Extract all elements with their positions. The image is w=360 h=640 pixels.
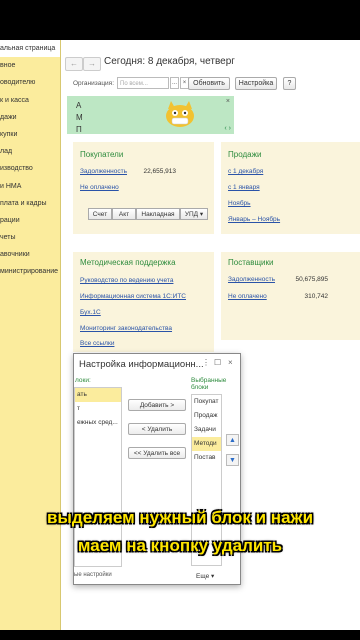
banner-line: А xyxy=(76,101,82,110)
banner-line: М xyxy=(76,113,83,122)
buyers-unpaid-link[interactable]: Не оплачено xyxy=(80,184,119,191)
banner-line: П xyxy=(76,125,82,134)
sidebar-item-purchases[interactable]: купки xyxy=(0,126,60,143)
sales-title[interactable]: Продажи xyxy=(228,150,261,159)
sidebar-item-bank[interactable]: к и касса xyxy=(0,92,60,109)
suppliers-debt-link[interactable]: Задолженность xyxy=(228,276,275,283)
list-item[interactable]: т xyxy=(75,402,121,416)
maximize-icon[interactable]: ☐ xyxy=(214,358,221,367)
list-item[interactable]: Постав xyxy=(192,451,221,465)
sales-link[interactable]: Январь – Ноябрь xyxy=(228,216,280,223)
list-item[interactable]: ать xyxy=(75,388,121,402)
sales-link[interactable]: Ноябрь xyxy=(228,200,251,207)
sidebar-item-reports[interactable]: четы xyxy=(0,229,60,246)
banner-nav-arrows[interactable]: ‹ › xyxy=(224,125,231,132)
back-button[interactable]: ← xyxy=(65,57,83,71)
sidebar-item-operations[interactable]: рации xyxy=(0,212,60,229)
list-item[interactable]: Продаж xyxy=(192,409,221,423)
suppliers-title[interactable]: Поставщики xyxy=(228,258,274,267)
more-menu-button[interactable]: Еще ▾ xyxy=(196,572,214,580)
remove-all-button[interactable]: << Удалить все xyxy=(128,447,186,459)
invoice-button[interactable]: Счет xyxy=(88,208,112,220)
help-button[interactable]: ? xyxy=(283,77,296,90)
act-button[interactable]: Акт xyxy=(112,208,136,220)
sidebar-item-director[interactable]: оводителю xyxy=(0,74,60,91)
add-button[interactable]: Добавить > xyxy=(128,399,186,411)
buyers-debt-value: 22,655,913 xyxy=(143,168,176,175)
sidebar-item-main[interactable]: вное xyxy=(0,57,60,74)
org-input[interactable]: По всем... xyxy=(117,77,169,89)
support-link[interactable]: Все ссылки xyxy=(80,340,114,347)
selected-blocks-label: Выбранные блоки xyxy=(191,377,227,391)
sidebar-item-catalogs[interactable]: авочники xyxy=(0,246,60,263)
promo-banner[interactable]: А М П × ‹ › xyxy=(67,96,234,134)
suppliers-debt-value: 50,675,895 xyxy=(295,276,328,283)
buyers-title[interactable]: Покупатели xyxy=(80,150,123,159)
close-icon[interactable]: × xyxy=(228,358,233,367)
support-panel xyxy=(73,252,214,352)
cat-mascot-icon xyxy=(166,101,194,127)
list-item[interactable]: Покупат xyxy=(192,395,221,409)
filter-row: Организация: По всем... ... × Обновить Н… xyxy=(62,76,360,92)
forward-button[interactable]: → xyxy=(83,57,101,71)
sidebar-item-admin[interactable]: министрирование xyxy=(0,263,60,280)
suppliers-unpaid-value: 310,742 xyxy=(304,293,329,300)
sidebar-item-sales[interactable]: дажи xyxy=(0,109,60,126)
sidebar-item-assets[interactable]: и НМА xyxy=(0,178,60,195)
banner-close-icon[interactable]: × xyxy=(226,98,230,105)
support-title[interactable]: Методическая поддержка xyxy=(80,258,176,267)
move-up-icon[interactable]: ▲ xyxy=(226,434,239,446)
waybill-button[interactable]: Накладная xyxy=(136,208,180,220)
sidebar-item-warehouse[interactable]: лад xyxy=(0,143,60,160)
support-link[interactable]: Информационная система 1С:ИТС xyxy=(80,293,186,300)
support-link[interactable]: Бух.1С xyxy=(80,309,101,316)
sidebar-item-production[interactable]: изводство xyxy=(0,160,60,177)
available-blocks-label: локи: xyxy=(75,377,91,384)
default-settings-link[interactable]: ые настройки xyxy=(74,572,112,578)
settings-button[interactable]: Настройка xyxy=(235,77,277,90)
banner-text: А М П xyxy=(76,100,83,136)
menu-icon[interactable]: ⋮ xyxy=(202,358,210,367)
list-item[interactable]: ежных сред... xyxy=(75,416,121,430)
suppliers-unpaid-link[interactable]: Не оплачено xyxy=(228,293,267,300)
buyers-debt-link[interactable]: Задолженность xyxy=(80,168,127,175)
sidebar-item-home[interactable]: альная страница xyxy=(0,40,60,58)
caption-line-1: выделяем нужный блок и нажи xyxy=(46,508,314,527)
refresh-button[interactable]: Обновить xyxy=(188,77,230,90)
upd-dropdown-button[interactable]: УПД ▾ xyxy=(180,208,208,220)
sidebar-item-salary[interactable]: плата и кадры xyxy=(0,195,60,212)
sales-link[interactable]: с 1 декабря xyxy=(228,168,263,175)
sales-link[interactable]: с 1 января xyxy=(228,184,260,191)
remove-button[interactable]: < Удалить xyxy=(128,423,186,435)
dialog-title: Настройка информационн... xyxy=(79,359,204,370)
list-item-selected[interactable]: Методи xyxy=(192,437,221,451)
org-label: Организация: xyxy=(73,80,115,87)
top-toolbar: ← → Сегодня: 8 декабря, четверг xyxy=(62,54,360,72)
page-title: Сегодня: 8 декабря, четверг xyxy=(104,56,235,67)
support-link[interactable]: Руководство по ведению учета xyxy=(80,277,173,284)
list-item[interactable]: Задачи xyxy=(192,423,221,437)
move-down-icon[interactable]: ▼ xyxy=(226,454,239,466)
caption-line-2: маем на кнопку удалить xyxy=(77,536,283,555)
support-link[interactable]: Мониторинг законодательства xyxy=(80,325,172,332)
org-select-button[interactable]: ... xyxy=(170,77,179,89)
